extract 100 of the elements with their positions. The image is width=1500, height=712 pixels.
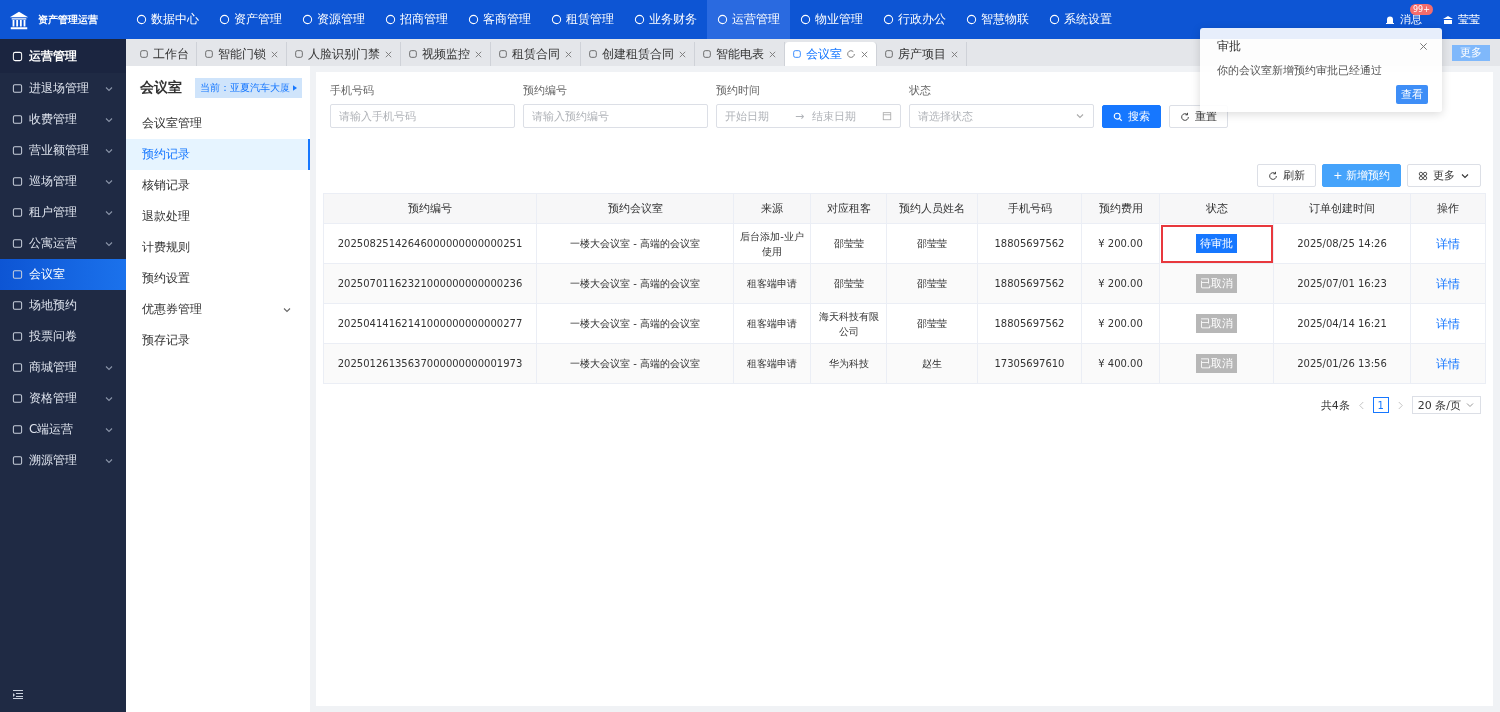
total-count: 共4条 xyxy=(1320,397,1350,413)
sidebar-item[interactable]: 巡场管理 xyxy=(0,166,126,197)
page-tab[interactable]: 视频监控 xyxy=(401,42,491,66)
square-icon xyxy=(294,49,304,59)
column-header: 手机号码 xyxy=(977,193,1082,224)
table-cell: 租客端申请 xyxy=(733,343,811,384)
sidebar-item[interactable]: 进退场管理 xyxy=(0,73,126,104)
page-tab[interactable]: 会议室 xyxy=(785,42,877,66)
menu-fold-icon[interactable] xyxy=(12,688,24,700)
square-icon xyxy=(12,300,23,311)
sidebar-item[interactable]: C端运营 xyxy=(0,414,126,445)
top-nav-item[interactable]: 系统设置 xyxy=(1039,0,1122,39)
circle-icon xyxy=(468,14,479,25)
messages-label[interactable]: 消息 xyxy=(1400,12,1422,27)
details-link[interactable]: 详情 xyxy=(1436,276,1460,291)
square-icon xyxy=(12,455,23,466)
sidebar-item[interactable]: 溯源管理 xyxy=(0,445,126,476)
table-cell: ¥ 400.00 xyxy=(1081,343,1160,384)
page-number[interactable]: 1 xyxy=(1372,397,1389,413)
square-icon xyxy=(139,49,149,59)
table-cell: 赵生 xyxy=(886,343,978,384)
submenu-item[interactable]: 预约设置 xyxy=(126,263,310,294)
top-nav-item[interactable]: 物业管理 xyxy=(790,0,873,39)
sidebar-item[interactable]: 公寓运营 xyxy=(0,228,126,259)
square-icon xyxy=(12,207,23,218)
input-field[interactable]: 请输入预约编号 xyxy=(523,104,708,128)
circle-icon xyxy=(136,14,147,25)
refresh-icon[interactable] xyxy=(846,49,856,59)
table-cell: 18805697562 xyxy=(977,303,1082,344)
sidebar-item[interactable]: 收费管理 xyxy=(0,104,126,135)
user-name[interactable]: 莹莹 xyxy=(1458,12,1480,27)
sidebar-item[interactable]: 场地预约 xyxy=(0,290,126,321)
top-nav-item[interactable]: 客商管理 xyxy=(458,0,541,39)
page-size-select[interactable]: 20 条/页 xyxy=(1411,396,1481,414)
page-tab[interactable]: 房产项目 xyxy=(877,42,967,66)
top-nav-item[interactable]: 资源管理 xyxy=(292,0,375,39)
details-link[interactable]: 详情 xyxy=(1436,316,1460,331)
page-tab[interactable]: 租赁合同 xyxy=(491,42,581,66)
close-icon[interactable] xyxy=(768,49,777,59)
submenu-item[interactable]: 预约记录 xyxy=(126,139,310,170)
submenu-item[interactable]: 会议室管理 xyxy=(126,108,310,139)
circle-icon xyxy=(1049,14,1060,25)
square-icon xyxy=(702,49,712,59)
submenu-item[interactable]: 计费规则 xyxy=(126,232,310,263)
submenu-item[interactable]: 优惠券管理 xyxy=(126,294,310,325)
top-nav-item[interactable]: 数据中心 xyxy=(126,0,209,39)
sidebar-item[interactable]: 营业额管理 xyxy=(0,135,126,166)
column-header: 对应租客 xyxy=(810,193,887,224)
square-icon xyxy=(884,49,894,59)
square-icon xyxy=(792,49,802,59)
table-cell: ¥ 200.00 xyxy=(1081,223,1160,264)
top-nav-item[interactable]: 业务财务 xyxy=(624,0,707,39)
top-nav-item[interactable]: 租赁管理 xyxy=(541,0,624,39)
close-icon[interactable] xyxy=(950,49,959,59)
input-field[interactable]: 请输入手机号码 xyxy=(330,104,515,128)
sidebar-item[interactable]: 投票问卷 xyxy=(0,321,126,352)
search-icon xyxy=(1113,111,1123,122)
details-link[interactable]: 详情 xyxy=(1436,236,1460,251)
sidebar-item[interactable]: 商城管理 xyxy=(0,352,126,383)
circle-icon xyxy=(551,14,562,25)
square-icon xyxy=(498,49,508,59)
table-cell: 20250126135637000000000001973 xyxy=(323,343,537,384)
top-nav-item[interactable]: 资产管理 xyxy=(209,0,292,39)
top-nav-item[interactable]: 行政办公 xyxy=(873,0,956,39)
submenu-item[interactable]: 预存记录 xyxy=(126,325,310,356)
close-icon[interactable] xyxy=(860,49,869,59)
page-tab[interactable]: 创建租赁合同 xyxy=(581,42,695,66)
circle-icon xyxy=(800,14,811,25)
table-cell: 17305697610 xyxy=(977,343,1082,384)
close-icon[interactable] xyxy=(1419,42,1428,51)
table-cell: 18805697562 xyxy=(977,223,1082,264)
refresh-button[interactable]: 刷新 xyxy=(1257,164,1317,187)
details-link[interactable]: 详情 xyxy=(1436,356,1460,371)
more-button[interactable]: 更多 xyxy=(1407,164,1481,187)
close-icon[interactable] xyxy=(564,49,573,59)
square-icon xyxy=(12,424,23,435)
top-nav-item[interactable]: 招商管理 xyxy=(375,0,458,39)
sidebar-item[interactable]: 会议室 xyxy=(0,259,126,290)
square-icon xyxy=(12,238,23,249)
column-header: 订单创建时间 xyxy=(1273,193,1411,224)
top-nav-item[interactable]: 智慧物联 xyxy=(956,0,1039,39)
filter-label: 预约时间 xyxy=(716,84,761,98)
close-icon[interactable] xyxy=(384,49,393,59)
table-cell: 一楼大会议室 - 高端的会议室 xyxy=(536,343,734,384)
table-cell: 2025/08/25 14:26 xyxy=(1273,223,1411,264)
submenu-item[interactable]: 核销记录 xyxy=(126,170,310,201)
submenu-item[interactable]: 退款处理 xyxy=(126,201,310,232)
table-cell: 一楼大会议室 - 高端的会议室 xyxy=(536,223,734,264)
sidebar-item[interactable]: 租户管理 xyxy=(0,197,126,228)
close-icon[interactable] xyxy=(678,49,687,59)
close-icon[interactable] xyxy=(474,49,483,59)
column-header: 预约会议室 xyxy=(536,193,734,224)
notification-title: 审批 xyxy=(1217,38,1241,55)
grid-icon xyxy=(1418,170,1428,181)
square-icon xyxy=(12,362,23,373)
search-button[interactable]: 搜索 xyxy=(1102,105,1161,128)
sidebar-item[interactable]: 资格管理 xyxy=(0,383,126,414)
filter-label: 预约编号 xyxy=(523,84,568,98)
top-nav-item[interactable]: 运营管理 xyxy=(707,0,790,39)
close-icon[interactable] xyxy=(270,49,279,59)
